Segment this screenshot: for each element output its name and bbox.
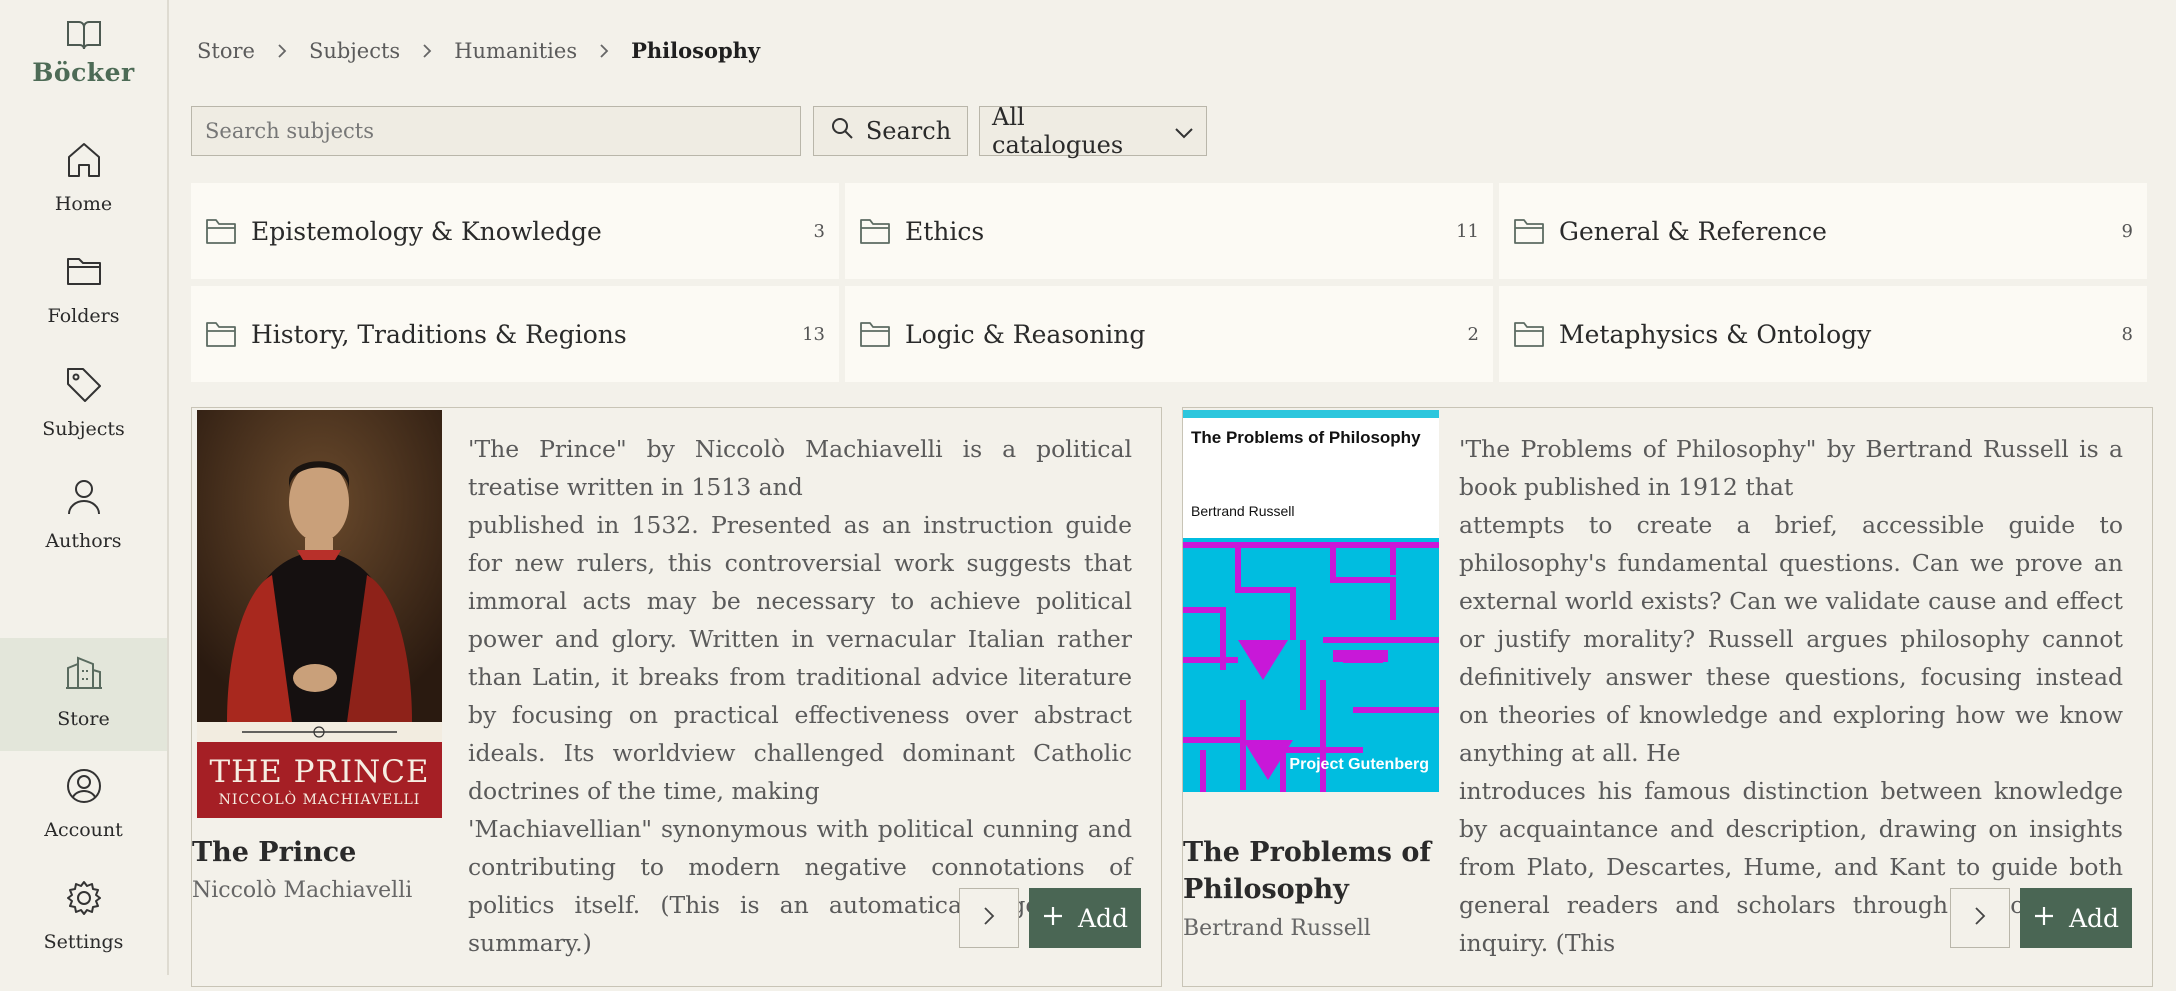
- category-name: History, Traditions & Regions: [251, 319, 627, 349]
- expand-button[interactable]: [1950, 888, 2010, 948]
- nav-store[interactable]: Store: [0, 638, 167, 751]
- plus-icon: [2033, 904, 2055, 933]
- category-count: 8: [2121, 323, 2133, 345]
- summary-paragraph: 'The Prince" by Niccolò Machiavelli is a…: [468, 435, 1132, 501]
- nav-home[interactable]: Home: [0, 141, 167, 253]
- nav-settings[interactable]: Settings: [0, 879, 167, 991]
- cover-title: The Problems of Philosophy: [1191, 428, 1421, 447]
- catalog-select-value: All catalogues: [992, 103, 1124, 159]
- category-name: Logic & Reasoning: [905, 319, 1146, 349]
- gear-icon: [0, 879, 167, 917]
- search-icon: [830, 116, 854, 146]
- nav-authors-label: Authors: [45, 530, 122, 552]
- category-name: Metaphysics & Ontology: [1559, 319, 1872, 349]
- expand-button[interactable]: [959, 888, 1019, 948]
- book-summary: 'The Prince" by Niccolò Machiavelli is a…: [468, 430, 1132, 957]
- breadcrumb-store[interactable]: Store: [197, 39, 255, 63]
- category-tile[interactable]: Logic & Reasoning 2: [845, 286, 1493, 382]
- nav-settings-label: Settings: [43, 931, 124, 953]
- category-tile[interactable]: History, Traditions & Regions 13: [191, 286, 839, 382]
- add-button[interactable]: Add: [1029, 888, 1141, 948]
- category-tile[interactable]: Metaphysics & Ontology 8: [1499, 286, 2147, 382]
- nav-folders[interactable]: Folders: [0, 254, 167, 366]
- nav-store-label: Store: [57, 708, 110, 730]
- summary-paragraph: 'The Problems of Philosophy" by Bertrand…: [1459, 435, 2123, 501]
- nav-account-label: Account: [44, 819, 123, 841]
- category-name: General & Reference: [1559, 216, 1827, 246]
- breadcrumb: Store Subjects Humanities Philosophy: [197, 38, 760, 63]
- cover-publisher: Project Gutenberg: [1289, 756, 1429, 773]
- catalog-select[interactable]: All catalogues: [979, 103, 1207, 159]
- book-author[interactable]: Bertrand Russell: [1183, 916, 1443, 941]
- search-button[interactable]: Search: [813, 106, 968, 156]
- nav-subjects-label: Subjects: [42, 418, 125, 440]
- book-open-icon: [0, 18, 167, 52]
- account-circle-icon: [0, 767, 167, 805]
- category-tile[interactable]: Ethics 11: [845, 183, 1493, 279]
- category-name: Epistemology & Knowledge: [251, 216, 602, 246]
- plus-icon: [1042, 904, 1064, 933]
- chevron-right-icon: [983, 906, 995, 930]
- breadcrumb-humanities[interactable]: Humanities: [454, 39, 577, 63]
- nav-home-label: Home: [54, 193, 113, 215]
- breadcrumb-current: Philosophy: [631, 38, 761, 63]
- chevron-right-icon: [599, 43, 609, 59]
- chevron-down-icon: [1174, 117, 1194, 145]
- folder-icon: [859, 320, 891, 348]
- book-cover[interactable]: THE PRINCE NICCOLÒ MACHIAVELLI: [197, 410, 442, 818]
- category-count: 2: [1467, 323, 1479, 345]
- chevron-right-icon: [422, 43, 432, 59]
- nav-authors[interactable]: Authors: [0, 478, 167, 590]
- person-icon: [0, 478, 167, 516]
- category-count: 9: [2121, 220, 2133, 242]
- chevron-right-icon: [1974, 906, 1986, 930]
- chevron-right-icon: [277, 43, 287, 59]
- book-cover[interactable]: The Problems of Philosophy Bertrand Russ…: [1183, 410, 1439, 792]
- category-tile[interactable]: Epistemology & Knowledge 3: [191, 183, 839, 279]
- add-button-label: Add: [1077, 903, 1129, 933]
- brand[interactable]: Böcker: [0, 18, 167, 87]
- folder-icon: [1513, 320, 1545, 348]
- folder-icon: [205, 320, 237, 348]
- book-card: The Problems of Philosophy Bertrand Russ…: [1182, 407, 2153, 987]
- book-card: THE PRINCE NICCOLÒ MACHIAVELLI The Princ…: [191, 407, 1162, 987]
- folder-icon: [205, 217, 237, 245]
- nav-account[interactable]: Account: [0, 767, 167, 879]
- cover-pattern-image: [1183, 410, 1439, 792]
- summary-paragraph: attempts to create a brief, accessible g…: [1459, 511, 2123, 767]
- book-author[interactable]: Niccolò Machiavelli: [192, 878, 452, 903]
- book-summary: 'The Problems of Philosophy" by Bertrand…: [1459, 430, 2123, 957]
- add-button-label: Add: [2068, 903, 2120, 933]
- nav-folders-label: Folders: [47, 305, 120, 327]
- search-input[interactable]: [191, 106, 801, 156]
- sidebar: Böcker Home Folders Subjects Authors Sto…: [0, 0, 169, 975]
- book-title[interactable]: The Problems of Philosophy: [1183, 834, 1443, 908]
- cover-title: THE PRINCE: [209, 754, 430, 790]
- category-count: 11: [1456, 220, 1479, 242]
- home-icon: [0, 141, 167, 179]
- category-tile[interactable]: General & Reference 9: [1499, 183, 2147, 279]
- category-name: Ethics: [905, 216, 985, 246]
- search-button-label: Search: [865, 117, 952, 145]
- store-building-icon: [0, 654, 167, 690]
- summary-paragraph: published in 1532. Presented as an instr…: [468, 511, 1132, 805]
- breadcrumb-subjects[interactable]: Subjects: [309, 39, 400, 63]
- add-button[interactable]: Add: [2020, 888, 2132, 948]
- category-count: 3: [813, 220, 825, 242]
- cover-author: NICCOLÒ MACHIAVELLI: [218, 792, 421, 808]
- book-title[interactable]: The Prince: [192, 834, 452, 871]
- nav-subjects[interactable]: Subjects: [0, 366, 167, 478]
- folder-icon: [0, 254, 167, 288]
- app-name: Böcker: [32, 58, 135, 87]
- category-count: 13: [802, 323, 825, 345]
- tag-icon: [0, 366, 167, 404]
- folder-icon: [859, 217, 891, 245]
- folder-icon: [1513, 217, 1545, 245]
- cover-author: Bertrand Russell: [1191, 503, 1295, 519]
